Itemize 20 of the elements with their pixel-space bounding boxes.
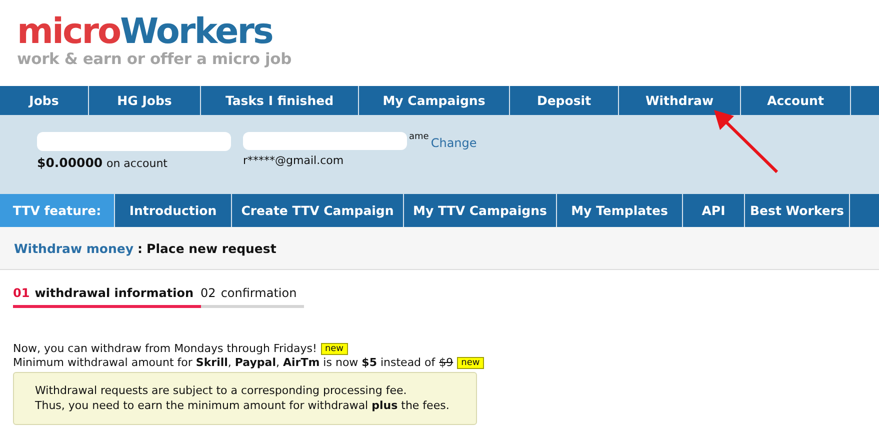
balance-label: on account [106, 157, 168, 170]
breadcrumb-separator: : [138, 240, 143, 256]
fee-text: Thus, you need to earn the minimum amount for withdrawal plus the fees. [35, 399, 450, 413]
old-amount: $9 [439, 356, 454, 370]
section-heading: TTV feature: [0, 194, 115, 227]
fee-text: Withdrawal requests are subject to a corresponding processing fee. [35, 384, 408, 398]
balance-amount: $0.00000 [37, 155, 103, 170]
email-text: r*****@gmail.com [243, 154, 345, 167]
step-tab[interactable]: 02 confirmation [200, 286, 304, 308]
new-badge: new [457, 357, 484, 369]
notice-text: Now, you can withdraw from Mondays through Fridays! [13, 342, 317, 356]
logo[interactable]: microWorkers [17, 14, 879, 50]
name-label: ame [409, 132, 429, 142]
step-tab[interactable]: 01 withdrawal information [13, 286, 201, 308]
tagline: work & earn or offer a micro job [17, 50, 293, 68]
breadcrumb-link[interactable]: Withdraw money [14, 240, 134, 256]
breadcrumb-current: Place new request [146, 240, 276, 256]
change-link[interactable]: Change [430, 136, 477, 150]
notice-text: Minimum withdrawal amount for Skrill, Paypal, AirTm is now $5 instead of [13, 356, 436, 370]
new-badge: new [320, 343, 348, 355]
